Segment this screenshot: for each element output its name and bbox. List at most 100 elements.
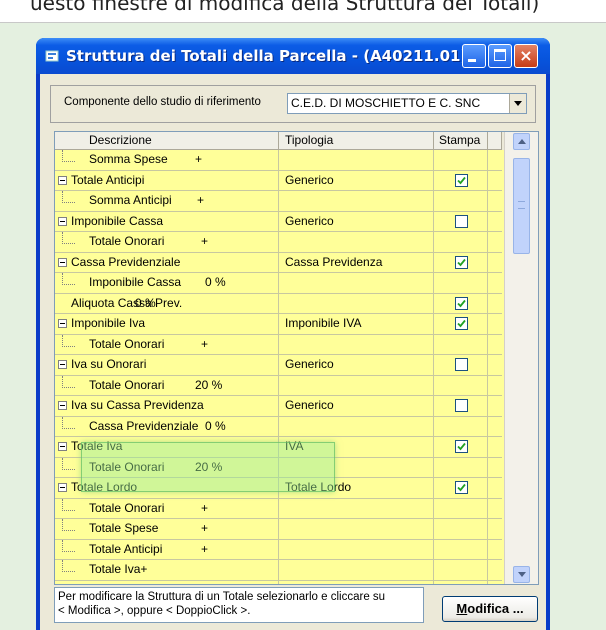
title-bar[interactable]: Struttura dei Totali della Parcella - (A… [36, 38, 550, 74]
table-row[interactable]: Iva su Cassa Previdenza Generico [55, 396, 502, 417]
collapse-icon[interactable] [58, 216, 67, 226]
cell-tipologia [279, 191, 434, 211]
scroll-up-icon[interactable] [513, 133, 530, 150]
cell-tipologia [279, 375, 434, 395]
row-label: Cassa Previdenziale [71, 254, 181, 269]
row-label: Imponibile Cassa [71, 213, 164, 228]
table-row[interactable]: Imponibile Iva Imponibile IVA [55, 314, 502, 335]
column-header-tipologia[interactable]: Tipologia [279, 132, 434, 150]
table-row[interactable]: Totale Iva+ [55, 560, 502, 581]
table-row[interactable]: Totale Onorari + [55, 232, 502, 253]
table-row[interactable]: Imponibile R.A. Imponibile R.A. [55, 580, 502, 584]
table-row[interactable]: Totale Anticipi Generico [55, 170, 502, 191]
row-operator: + [201, 234, 209, 248]
minimize-icon [468, 59, 476, 62]
scroll-down-icon[interactable] [513, 566, 530, 583]
table-row[interactable]: Somma Spese + [55, 150, 502, 171]
table-row[interactable]: Totale Onorari + [55, 498, 502, 519]
tree-line-icon [62, 539, 75, 552]
table-row[interactable]: Somma Anticipi + [55, 191, 502, 212]
table-row[interactable]: Totale Spese + [55, 519, 502, 540]
stampa-checkbox-checked[interactable] [455, 481, 468, 494]
cell-descrizione: Somma Spese + [55, 150, 279, 170]
collapse-icon[interactable] [58, 319, 67, 328]
cell-descrizione: Cassa Previdenziale [55, 252, 279, 272]
cell-stampa [434, 232, 488, 252]
stampa-checkbox[interactable] [455, 399, 468, 412]
stampa-checkbox-checked[interactable] [455, 255, 468, 269]
cell-tipologia: IVA [279, 437, 434, 457]
totali-grid[interactable]: Descrizione Tipologia Stampa Somma Spese… [54, 131, 539, 585]
maximize-icon [494, 49, 506, 61]
minimize-button[interactable] [462, 44, 486, 68]
table-row[interactable]: Cassa Previdenziale Cassa Previdenza [55, 252, 502, 273]
chevron-down-icon[interactable] [509, 94, 526, 113]
column-header-descrizione[interactable]: Descrizione [55, 132, 279, 150]
cell-tipologia [279, 334, 434, 354]
cell-descrizione: Totale Anticipi [55, 170, 279, 190]
row-label: Iva su Cassa Previdenza [71, 398, 204, 412]
collapse-icon[interactable] [58, 483, 67, 492]
stampa-checkbox[interactable] [455, 358, 468, 371]
row-operator: + [201, 521, 209, 535]
componente-group: Componente dello studio di riferimento C… [50, 85, 536, 123]
row-label: Totale Onorari [89, 336, 165, 351]
tree-line-icon [62, 375, 75, 388]
cell-descrizione: Totale Onorari 20 % [55, 457, 279, 477]
tree-line-icon [62, 498, 75, 511]
collapse-icon[interactable] [58, 401, 67, 410]
window-client-area: Componente dello studio di riferimento C… [40, 74, 546, 630]
column-header-stampa[interactable]: Stampa [434, 132, 488, 150]
table-row[interactable]: Imponibile Cassa 0 % [55, 273, 502, 294]
table-row[interactable]: Totale Onorari 20 % [55, 375, 502, 396]
table-row[interactable]: Aliquota Cassa Prev. 0 % [55, 293, 502, 314]
cell-tipologia [279, 539, 434, 559]
cell-stampa [434, 396, 488, 416]
window-app-icon [44, 48, 60, 64]
table-row[interactable]: Totale Iva IVA [55, 437, 502, 458]
cell-descrizione: Totale Onorari + [55, 498, 279, 518]
collapse-icon[interactable] [58, 257, 67, 267]
close-button[interactable]: × [514, 44, 538, 68]
table-row[interactable]: Totale Anticipi + [55, 539, 502, 560]
table-row[interactable]: Cassa Previdenziale 0 % [55, 416, 502, 437]
collapse-icon[interactable] [58, 442, 67, 451]
stampa-checkbox[interactable] [455, 214, 468, 228]
tree-line-icon [62, 232, 75, 244]
collapse-icon[interactable] [58, 175, 67, 185]
vertical-scrollbar[interactable] [504, 132, 538, 584]
stampa-checkbox-checked[interactable] [455, 317, 468, 330]
cell-stampa [434, 437, 488, 457]
row-operator: + [201, 336, 209, 351]
cell-stampa [434, 375, 488, 395]
cell-stampa [434, 293, 488, 313]
scroll-thumb[interactable] [513, 158, 530, 254]
cell-descrizione: Totale Lordo [55, 478, 279, 498]
componente-select[interactable]: C.E.D. DI MOSCHIETTO E C. SNC [287, 93, 527, 114]
modifica-button[interactable]: Modifica ... [442, 596, 538, 622]
stampa-checkbox-checked[interactable] [455, 440, 468, 453]
stampa-checkbox-checked[interactable] [455, 173, 468, 187]
row-label: Totale Iva+ [89, 562, 148, 576]
table-row[interactable]: Totale Onorari 20 % [55, 457, 502, 478]
table-row[interactable]: Totale Onorari + [55, 334, 502, 355]
table-row[interactable]: Imponibile Cassa Generico [55, 211, 502, 232]
cell-tipologia: Generico [279, 396, 434, 416]
cell-stampa [434, 498, 488, 518]
componente-value: C.E.D. DI MOSCHIETTO E C. SNC [291, 96, 481, 110]
maximize-button[interactable] [488, 44, 512, 68]
grid-header: Descrizione Tipologia Stampa [55, 132, 538, 150]
background-window-text: uesto finestre di modifica della Struttu… [0, 0, 606, 22]
cell-tipologia: Imponibile R.A. [279, 580, 434, 584]
table-row[interactable]: Iva su Onorari Generico [55, 355, 502, 376]
row-label: Totale Onorari [89, 377, 165, 392]
cell-descrizione: Totale Anticipi + [55, 539, 279, 559]
row-label: Totale Spese [89, 521, 159, 535]
stampa-checkbox-checked[interactable] [455, 583, 468, 584]
collapse-icon[interactable] [58, 360, 67, 369]
tree-line-icon [62, 273, 75, 285]
table-row[interactable]: Totale Lordo Totale Lordo [55, 478, 502, 499]
stampa-checkbox-checked[interactable] [455, 296, 468, 310]
row-operator: 20 % [195, 377, 223, 392]
row-label: Imponibile Cassa [89, 275, 182, 289]
